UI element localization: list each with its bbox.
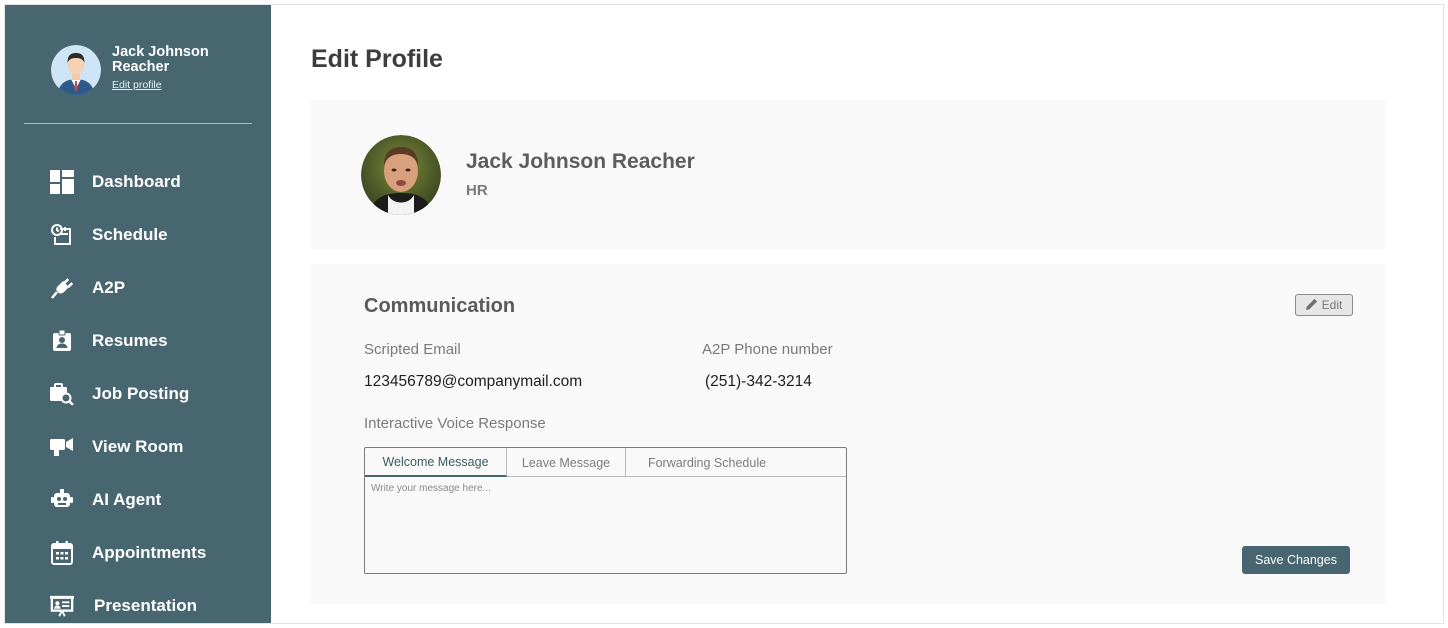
resume-icon xyxy=(50,329,74,353)
message-input[interactable] xyxy=(371,483,839,567)
sidebar-item-label: A2P xyxy=(92,277,126,297)
sidebar-user: Jack Johnson Reacher Edit profile xyxy=(51,45,261,97)
dashboard-icon xyxy=(50,169,74,194)
tab-welcome-message[interactable]: Welcome Message xyxy=(365,448,507,477)
sidebar-item-job-posting[interactable]: Job Posting xyxy=(5,367,271,420)
profile-name: Jack Johnson Reacher xyxy=(466,150,695,173)
presentation-icon xyxy=(50,594,74,618)
plug-icon xyxy=(50,276,74,300)
robot-icon xyxy=(50,488,74,512)
user-name: Jack Johnson Reacher xyxy=(112,44,209,75)
communication-card: Communication Edit Scripted Email 123456… xyxy=(311,264,1385,604)
sidebar-item-appointments[interactable]: Appointments xyxy=(5,526,271,579)
profile-role: HR xyxy=(466,182,488,199)
phone-label: A2P Phone number xyxy=(702,341,833,358)
ivr-label: Interactive Voice Response xyxy=(364,415,546,432)
sidebar-item-presentation[interactable]: Presentation xyxy=(5,579,271,623)
sidebar-item-label: AI Agent xyxy=(92,489,162,509)
sidebar-item-label: Schedule xyxy=(92,224,168,244)
sidebar-item-a2p[interactable]: A2P xyxy=(5,261,271,314)
edit-profile-link[interactable]: Edit profile xyxy=(112,79,162,91)
sidebar: Jack Johnson Reacher Edit profile Dashbo… xyxy=(5,5,271,623)
sidebar-item-label: Appointments xyxy=(92,542,207,562)
schedule-icon xyxy=(50,223,74,247)
sidebar-item-ai-agent[interactable]: AI Agent xyxy=(5,473,271,526)
tab-leave-message[interactable]: Leave Message xyxy=(507,448,626,477)
communication-title: Communication xyxy=(364,295,516,317)
sidebar-item-label: View Room xyxy=(92,436,184,456)
edit-button-label: Edit xyxy=(1321,298,1343,312)
ivr-editor: Welcome Message Leave Message Forwarding… xyxy=(364,447,847,574)
sidebar-item-view-room[interactable]: View Room xyxy=(5,420,271,473)
sidebar-item-label: Job Posting xyxy=(92,383,190,403)
user-avatar xyxy=(51,45,101,95)
job-search-icon xyxy=(50,382,74,406)
profile-photo[interactable] xyxy=(361,135,441,215)
sidebar-item-schedule[interactable]: Schedule xyxy=(5,208,271,261)
app-window: Jack Johnson Reacher Edit profile Dashbo… xyxy=(4,4,1444,624)
phone-value: (251)-342-3214 xyxy=(705,373,812,390)
sidebar-nav: Dashboard Schedule A2P Resumes Job Posti… xyxy=(5,155,271,623)
sidebar-item-dashboard[interactable]: Dashboard xyxy=(5,155,271,208)
page-title: Edit Profile xyxy=(311,45,443,73)
calendar-icon xyxy=(50,540,74,565)
scripted-email-value: 123456789@companymail.com xyxy=(364,373,583,390)
sidebar-divider xyxy=(24,123,252,124)
sidebar-item-label: Dashboard xyxy=(92,171,181,191)
pencil-icon xyxy=(1305,298,1318,313)
edit-button[interactable]: Edit xyxy=(1295,294,1353,316)
save-changes-button[interactable]: Save Changes xyxy=(1242,546,1350,574)
ivr-tabs: Welcome Message Leave Message Forwarding… xyxy=(365,448,846,477)
scripted-email-label: Scripted Email xyxy=(364,341,461,358)
video-room-icon xyxy=(50,435,74,459)
sidebar-item-label: Presentation xyxy=(94,595,197,615)
tab-forwarding-schedule[interactable]: Forwarding Schedule xyxy=(626,448,788,477)
profile-card: Jack Johnson Reacher HR xyxy=(311,100,1385,250)
sidebar-item-resumes[interactable]: Resumes xyxy=(5,314,271,367)
sidebar-item-label: Resumes xyxy=(92,330,168,350)
